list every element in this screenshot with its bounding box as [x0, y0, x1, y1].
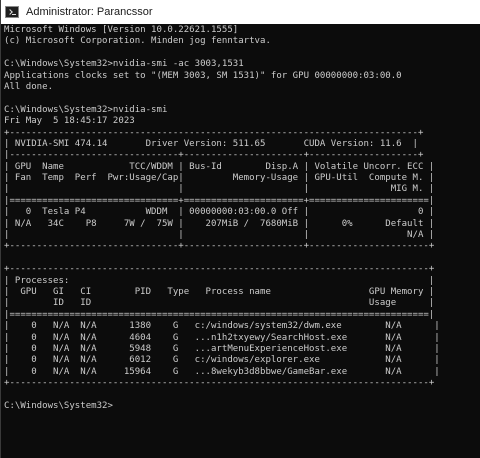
- console-line: (c) Microsoft Corporation. Minden jog fe…: [4, 36, 271, 47]
- console-line: All done.: [4, 81, 54, 92]
- console-line: | | | MIG M. |: [4, 184, 435, 195]
- console-line: | 0 N/A N/A 4604 G ...n1h2txyewy/SearchH…: [4, 332, 440, 343]
- console-line: | N/A 34C P8 7W / 75W | 207MiB / 7680MiB…: [4, 218, 435, 229]
- console-output[interactable]: Microsoft Windows [Version 10.0.22621.15…: [4, 25, 478, 457]
- console-line: | 0 N/A N/A 5948 G ...artMenuExperienceH…: [4, 343, 440, 354]
- console-line: | | | N/A |: [4, 230, 435, 241]
- console-line: +---------------------------------------…: [4, 378, 435, 389]
- console-line: C:\Windows\System32>nvidia-smi -ac 3003,…: [4, 59, 244, 70]
- console-line: | GPU GI CI PID Type Process name GPU Me…: [4, 286, 435, 297]
- console-line: Applications clocks set to "(MEM 3003, S…: [4, 70, 402, 81]
- console-line: C:\Windows\System32>nvidia-smi: [4, 104, 168, 115]
- console-line: +---------------------------------------…: [4, 127, 424, 138]
- console-line: | 0 N/A N/A 1380 G c:/windows/system32/d…: [4, 321, 440, 332]
- console-line: | 0 Tesla P4 WDDM | 00000000:03:00.0 Off…: [4, 207, 435, 218]
- console-line: +-------------------------------+-------…: [4, 241, 435, 252]
- console-line: | 0 N/A N/A 15964 G ...8wekyb3d8bbwe/Gam…: [4, 366, 440, 377]
- console-line: |-------------------------------+-------…: [4, 150, 424, 161]
- command-prompt-window[interactable]: Administrator: Parancssor Microsoft Wind…: [0, 0, 480, 458]
- console-line: | NVIDIA-SMI 474.14 Driver Version: 511.…: [4, 138, 418, 149]
- window-title: Administrator: Parancssor: [26, 6, 153, 18]
- console-line: Microsoft Windows [Version 10.0.22621.15…: [4, 25, 239, 35]
- console-line: | GPU Name TCC/WDDM | Bus-Id Disp.A | Vo…: [4, 161, 435, 172]
- console-line: | Processes: |: [4, 275, 435, 286]
- console-line: |=======================================…: [4, 309, 435, 320]
- title-bar[interactable]: Administrator: Parancssor: [1, 0, 480, 24]
- console-line: +---------------------------------------…: [4, 264, 435, 275]
- console-line: | Fan Temp Perf Pwr:Usage/Cap| Memory-Us…: [4, 173, 435, 184]
- console-line: | ID ID Usage |: [4, 298, 435, 309]
- console-line: | 0 N/A N/A 6012 G c:/windows/explorer.e…: [4, 355, 440, 366]
- command-prompt-line: C:\Windows\System32>: [4, 400, 113, 411]
- console-line: |===============================+=======…: [4, 195, 435, 206]
- cmd-icon: [5, 6, 19, 18]
- console-line: Fri May 5 18:45:17 2023: [4, 116, 135, 127]
